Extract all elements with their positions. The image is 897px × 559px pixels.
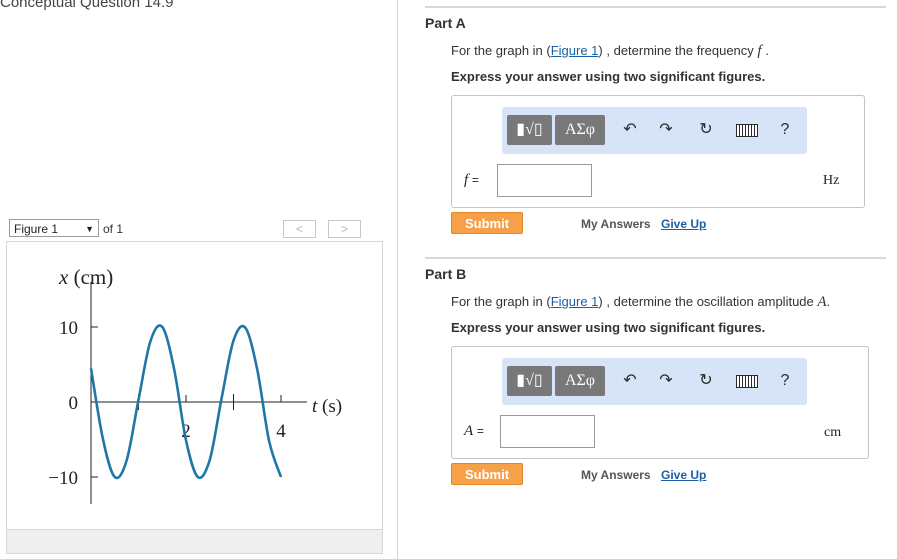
keyboard-icon [736,124,758,137]
keyboard-button[interactable] [733,116,761,144]
give-up-link[interactable]: Give Up [661,217,706,231]
redo-button[interactable]: ↷ [655,367,677,395]
undo-button[interactable]: ↶ [619,367,641,395]
part-a-instruction: Express your answer using two significan… [451,69,766,84]
part-a-title: Part A [425,15,466,31]
help-icon: ? [780,372,790,389]
undo-icon: ↶ [623,121,637,138]
x-tick-label: 4 [276,421,286,442]
figure-select[interactable]: Figure 1 ▼ [9,219,99,237]
figure-count-label: of 1 [103,222,124,236]
part-a-answer-box: ▮√▯ ΑΣφ ↶ ↷ ↻ ? f = Hz [451,95,865,208]
reset-icon: ↻ [699,372,713,389]
sqrt-template-icon: ▮√▯ [516,372,543,389]
figure-link[interactable]: Figure 1 [551,294,599,309]
figure-frame: 10 0 −10 2 4 x (cm) t (s) [6,241,383,530]
part-b-answer-box: ▮√▯ ΑΣφ ↶ ↷ ↻ ? A = cm [451,346,869,459]
figure-select-value: Figure 1 [14,222,59,236]
undo-button[interactable]: ↶ [619,116,641,144]
column-divider [397,0,398,559]
unit-label: Hz [823,173,840,188]
greek-symbols-icon: ΑΣφ [564,372,596,389]
answer-variable-label: A = [464,423,484,439]
x-axis-label: t (s) [312,396,342,417]
y-tick-label: −10 [48,468,78,489]
answer-variable-label: f = [464,172,479,188]
reset-icon: ↻ [699,121,713,138]
greek-symbols-icon: ΑΣφ [564,121,596,138]
part-b-question: For the graph in (Figure 1) , determine … [451,294,831,310]
keyboard-button[interactable] [733,367,761,395]
y-axis-label: x (cm) [58,265,113,289]
frequency-input[interactable] [497,164,592,197]
greek-symbols-button[interactable]: ΑΣφ [555,366,605,396]
part-b-divider [425,257,886,259]
amplitude-input[interactable] [500,415,595,448]
math-toolbar: ▮√▯ ΑΣφ ↶ ↷ ↻ ? [502,358,807,405]
redo-icon: ↷ [659,121,673,138]
next-figure-button[interactable]: > [328,220,361,238]
help-button[interactable]: ? [774,116,796,144]
oscillation-graph: 100−102 4 x (cm) t (s) [48,265,342,504]
redo-icon: ↷ [659,372,673,389]
redo-button[interactable]: ↷ [655,116,677,144]
reset-button[interactable]: ↻ [695,367,717,395]
figure-link[interactable]: Figure 1 [551,43,599,58]
my-answers-link[interactable]: My Answers [581,217,651,231]
part-a-question: For the graph in (Figure 1) , determine … [451,43,769,59]
templates-button[interactable]: ▮√▯ [507,115,552,145]
keyboard-icon [736,375,758,388]
templates-button[interactable]: ▮√▯ [507,366,552,396]
figure-footer [6,530,383,554]
dropdown-arrow-icon: ▼ [85,224,94,234]
prev-figure-button[interactable]: < [283,220,316,238]
my-answers-link[interactable]: My Answers [581,468,651,482]
undo-icon: ↶ [623,372,637,389]
submit-button[interactable]: Submit [451,212,523,234]
part-b-title: Part B [425,266,467,282]
greek-symbols-button[interactable]: ΑΣφ [555,115,605,145]
give-up-link[interactable]: Give Up [661,468,706,482]
help-button[interactable]: ? [774,367,796,395]
chevron-left-icon: < [295,222,303,236]
sqrt-template-icon: ▮√▯ [516,121,543,138]
page-title: Conceptual Question 14.9 [0,0,174,11]
y-tick-label: 0 [69,393,79,414]
chevron-right-icon: > [340,222,348,236]
reset-button[interactable]: ↻ [695,116,717,144]
y-tick-label: 10 [59,318,78,339]
submit-button[interactable]: Submit [451,463,523,485]
part-a-divider [425,6,886,8]
math-toolbar: ▮√▯ ΑΣφ ↶ ↷ ↻ ? [502,107,807,154]
help-icon: ? [780,121,790,138]
unit-label: cm [824,425,842,440]
figure-toolbar: Figure 1 ▼ of 1 < > [6,217,383,241]
part-b-instruction: Express your answer using two significan… [451,320,766,335]
